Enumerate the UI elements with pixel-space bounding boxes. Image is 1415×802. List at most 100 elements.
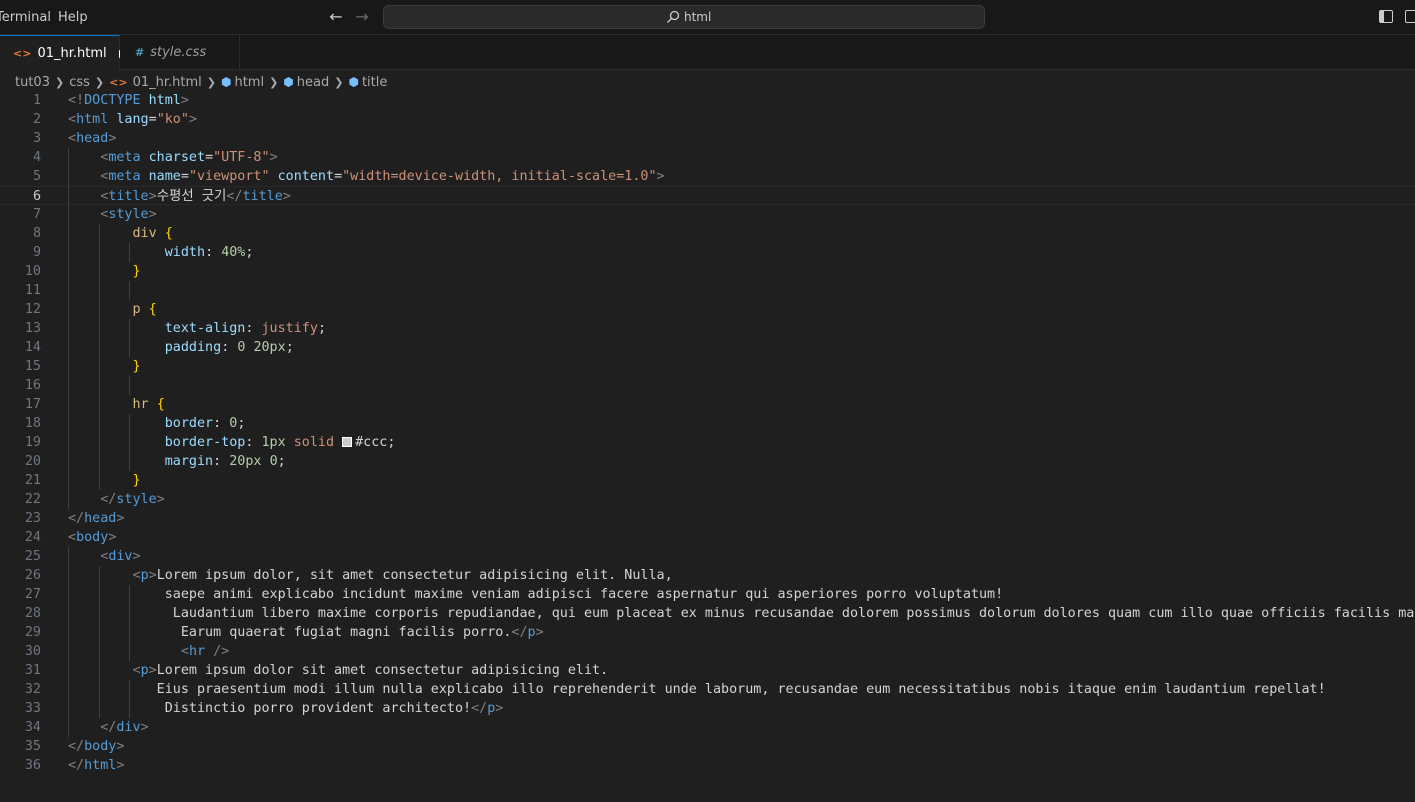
command-center-search[interactable]: html [383,5,985,29]
indent-guide [68,148,69,509]
menu-help[interactable]: Help [58,0,88,35]
line-number: 29 [24,625,41,640]
code-line[interactable]: 3 <head> [0,129,1415,148]
code-line[interactable]: 36 </html> [0,756,1415,775]
code-line[interactable]: 35 </body> [0,737,1415,756]
code-line[interactable]: 8 div { [0,224,1415,243]
toggle-sidebar-icon[interactable] [1379,10,1393,23]
breadcrumb-item[interactable]: tut03 [15,75,50,90]
code-text: </html> [68,758,125,773]
code-text: p { [132,302,157,317]
code-text: } [132,264,141,279]
line-number: 2 [32,112,41,127]
code-text: <style> [100,207,157,222]
code-line[interactable]: 24 <body> [0,528,1415,547]
breadcrumb-item[interactable]: html [234,75,264,90]
breadcrumb: tut03 ❯ css ❯ <> 01_hr.html ❯ ⬢ html ❯ ⬢… [0,71,1415,93]
code-line[interactable]: 9 width: 40%; [0,243,1415,262]
breadcrumb-item[interactable]: title [362,75,387,90]
code-line[interactable]: 27 saepe animi explicabo incidunt maxime… [0,585,1415,604]
line-number: 3 [32,131,41,146]
code-text: saepe animi explicabo incidunt maxime ve… [68,587,1004,602]
line-number: 13 [24,321,41,336]
breadcrumb-item[interactable]: 01_hr.html [133,75,202,90]
code-line[interactable]: 21 } [0,471,1415,490]
line-number: 27 [24,587,41,602]
back-arrow-icon[interactable]: ← [327,8,345,26]
line-number: 19 [24,435,41,450]
tab-label: 01_hr.html [37,46,107,61]
code-line[interactable]: 4 <meta charset="UTF-8"> [0,148,1415,167]
code-line[interactable]: 30 <hr /> [0,642,1415,661]
element-cube-icon: ⬢ [283,75,294,89]
code-line[interactable]: 11 [0,281,1415,300]
code-text: div { [132,226,173,241]
code-line[interactable]: 32 Eius praesentium modi illum nulla exp… [0,680,1415,699]
code-line[interactable]: 14 padding: 0 20px; [0,338,1415,357]
line-number: 30 [24,644,41,659]
line-number: 22 [24,492,41,507]
line-number: 7 [32,207,41,222]
breadcrumb-item[interactable]: head [297,75,329,90]
code-line[interactable]: 1 <!DOCTYPE html> [0,91,1415,110]
color-swatch-icon[interactable] [342,437,353,447]
line-number: 5 [32,169,41,184]
code-text: padding: 0 20px; [164,340,294,355]
code-line[interactable]: 12 p { [0,300,1415,319]
code-editor[interactable]: 1 <!DOCTYPE html> 2 <html lang="ko"> 3 <head>… [0,91,1415,802]
code-line[interactable]: 29 Earum quaerat fugiat magni facilis po… [0,623,1415,642]
code-line[interactable]: 17 hr { [0,395,1415,414]
code-line[interactable]: 15 } [0,357,1415,376]
line-number: 34 [24,720,41,735]
code-line[interactable]: 16 [0,376,1415,395]
line-number: 9 [32,245,41,260]
code-text: } [132,473,141,488]
line-number: 21 [24,473,41,488]
menu-terminal[interactable]: Terminal [0,0,51,35]
code-line[interactable]: 18 border: 0; [0,414,1415,433]
tab-label: style.css [150,45,207,60]
code-line[interactable]: 22 </style> [0,490,1415,509]
line-number: 36 [24,758,41,773]
code-line[interactable]: 23 </head> [0,509,1415,528]
line-number: 11 [24,283,41,298]
code-line[interactable]: 20 margin: 20px 0; [0,452,1415,471]
breadcrumb-item[interactable]: css [69,75,90,90]
line-number: 10 [24,264,41,279]
code-text: </style> [100,492,165,507]
code-line[interactable]: 7 <style> [0,205,1415,224]
code-line[interactable]: 6 <title>수평선 긋기</title> [0,186,1415,205]
code-text: <title>수평선 긋기</title> [100,189,291,204]
line-number: 24 [24,530,41,545]
code-line[interactable]: 26 <p>Lorem ipsum dolor, sit amet consec… [0,566,1415,585]
code-line[interactable]: 19 border-top: 1px solid #ccc; [0,433,1415,452]
code-line[interactable]: 5 <meta name="viewport" content="width=d… [0,167,1415,186]
indent-guide [98,566,100,718]
line-number: 33 [24,701,41,716]
code-line[interactable]: 2 <html lang="ko"> [0,110,1415,129]
line-number: 35 [24,739,41,754]
code-text: <p>Lorem ipsum dolor, sit amet consectet… [132,568,673,583]
code-text: <body> [68,530,117,545]
tab-style-css[interactable]: # style.css [120,35,240,70]
code-line[interactable]: 33 Distinctio porro provident architecto… [0,699,1415,718]
tab-01-hr-html[interactable]: <> 01_hr.html [0,35,120,71]
html-file-icon: <> [13,47,32,60]
code-line[interactable]: 10 } [0,262,1415,281]
code-text: Eius praesentium modi illum nulla explic… [68,682,1326,697]
code-line[interactable]: 28 Laudantium libero maxime corporis rep… [0,604,1415,623]
indent-guide [129,585,131,661]
code-text: <hr /> [180,644,230,659]
code-line[interactable]: 31 <p>Lorem ipsum dolor sit amet consect… [0,661,1415,680]
indent-guide [129,414,131,471]
code-line[interactable]: 13 text-align: justify; [0,319,1415,338]
line-number: 25 [24,549,41,564]
code-text: <div> [100,549,141,564]
html-file-icon: <> [109,75,128,89]
code-line[interactable]: 34 </div> [0,718,1415,737]
search-icon [667,10,680,23]
code-line[interactable]: 25 <div> [0,547,1415,566]
toggle-panel-icon[interactable] [1405,10,1415,23]
forward-arrow-icon[interactable]: → [353,8,371,26]
indent-guide [129,319,131,357]
